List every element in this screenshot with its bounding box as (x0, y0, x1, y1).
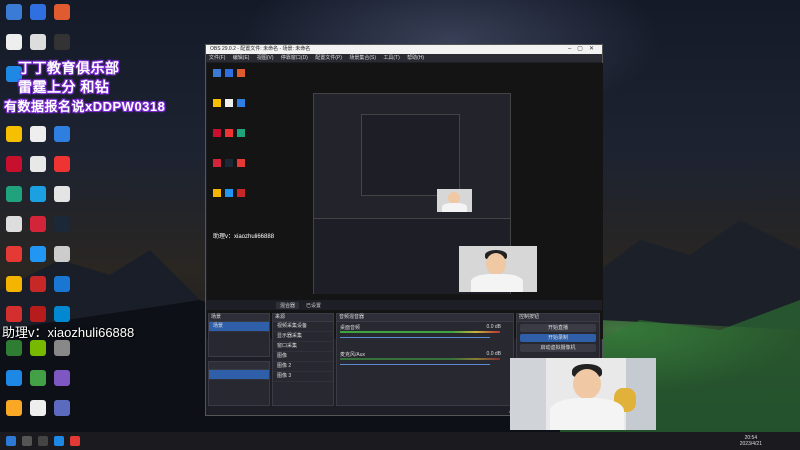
preview-assistant-text: 助理v：xiaozhuli66888 (213, 234, 275, 240)
desktop-app-icon[interactable] (30, 156, 46, 172)
desktop-app-icon[interactable] (30, 400, 46, 416)
task-view-icon[interactable] (38, 436, 48, 446)
desktop-app-icon[interactable] (6, 276, 22, 292)
start-recording-button[interactable]: 开始录制 (520, 334, 596, 342)
nested-webcam (437, 189, 472, 212)
desktop-app-icon[interactable] (30, 4, 46, 20)
source-item[interactable]: 视频采集设备 (273, 322, 333, 332)
desktop-app-icon[interactable] (6, 370, 22, 386)
obs-dock-tabs[interactable]: 混合器 已设置 (206, 300, 602, 310)
desktop-app-icon[interactable] (54, 306, 70, 322)
desktop-app-icon[interactable] (6, 34, 22, 50)
desktop-app-icon[interactable] (54, 126, 70, 142)
menu-view[interactable]: 视图(V) (257, 55, 274, 61)
desktop-app-icon[interactable] (54, 216, 70, 232)
volume-slider[interactable] (340, 337, 490, 338)
menu-scene-collection[interactable]: 场景集合(S) (349, 55, 376, 61)
stream-overlay-line2: 雷霆上分 和钻 (18, 79, 110, 95)
scenes-dock-title: 场景 (209, 314, 269, 322)
desktop-app-icon[interactable] (30, 186, 46, 202)
obs-window-title: OBS 29.0.2 - 配置文件: 未命名 - 场景: 未命名 (210, 46, 311, 52)
desktop-app-icon[interactable] (6, 340, 22, 356)
sources-dock-title: 来源 (273, 314, 333, 322)
desktop-app-icon[interactable] (30, 370, 46, 386)
desktop-app-icon[interactable] (30, 340, 46, 356)
audio-meter (340, 331, 500, 333)
tab-settings[interactable]: 已设置 (302, 302, 325, 309)
stream-overlay-line3: 有数据报名说xDDPW0318 (4, 99, 166, 114)
desktop-app-icon[interactable] (6, 156, 22, 172)
audio-track-db: 0.0 dB (486, 351, 501, 357)
stream-overlay-line1: 丁丁教育俱乐部 (18, 60, 120, 76)
taskbar-clock[interactable]: 20:54 2023/4/21 (740, 435, 762, 447)
scenes-dock[interactable]: 场景 场景 (208, 313, 270, 357)
clock-date: 2023/4/21 (739, 441, 762, 447)
desktop-app-icon[interactable] (54, 276, 70, 292)
menu-edit[interactable]: 编辑(E) (233, 55, 250, 61)
start-menu-icon[interactable] (6, 436, 16, 446)
source-item[interactable]: 窗口采集 (273, 342, 333, 352)
source-item[interactable]: 图像 (273, 352, 333, 362)
source-item[interactable]: 图像 2 (273, 362, 333, 372)
audio-mixer-dock[interactable]: 音频混音器 桌面音频 0.0 dB 麦克风/Aux 0.0 dB (336, 313, 514, 406)
audio-meter (340, 358, 500, 360)
audio-track-db: 0.0 dB (486, 324, 501, 330)
edge-browser-icon[interactable] (54, 436, 64, 446)
audio-track-name: 桌面音频 (340, 325, 361, 331)
audio-track-name: 麦克风/Aux (340, 352, 366, 358)
desktop-app-icon[interactable] (6, 186, 22, 202)
obs-menubar[interactable]: 文件(F) 编辑(E) 视图(V) 停靠窗口(D) 配置文件(P) 场景集合(S… (206, 54, 602, 62)
desktop-app-icon[interactable] (30, 276, 46, 292)
audio-mixer-title: 音频混音器 (337, 314, 513, 322)
app-icon[interactable] (70, 436, 80, 446)
menu-docks[interactable]: 停靠窗口(D) (281, 55, 308, 61)
desktop-app-icon[interactable] (54, 370, 70, 386)
obs-preview[interactable]: 助理v：xiaozhuli66888 (207, 63, 603, 339)
start-virtual-camera-button[interactable]: 启动虚拟摄像机 (520, 344, 596, 352)
tab-mixer[interactable]: 混合器 (276, 302, 300, 309)
source-item[interactable]: 显示器采集 (273, 332, 333, 342)
window-controls[interactable]: –▢✕ (568, 45, 600, 54)
desktop-app-icon[interactable] (6, 4, 22, 20)
desktop-app-icon[interactable] (30, 306, 46, 322)
desktop-app-icon[interactable] (54, 186, 70, 202)
desktop-app-icon[interactable] (6, 246, 22, 262)
desktop-app-icon[interactable] (30, 34, 46, 50)
desktop-app-icon[interactable] (30, 246, 46, 262)
menu-profile[interactable]: 配置文件(P) (315, 55, 342, 61)
search-icon[interactable] (22, 436, 32, 446)
desktop-app-icon[interactable] (30, 216, 46, 232)
desktop-app-icon[interactable] (6, 306, 22, 322)
obs-titlebar[interactable]: OBS 29.0.2 - 配置文件: 未命名 - 场景: 未命名 –▢✕ (206, 45, 602, 54)
desktop-app-icon[interactable] (54, 400, 70, 416)
desktop-app-icon[interactable] (6, 400, 22, 416)
desktop-app-icon[interactable] (30, 126, 46, 142)
desktop-app-icon[interactable] (54, 4, 70, 20)
controls-dock-title: 控制按钮 (517, 314, 599, 322)
menu-tools[interactable]: 工具(T) (383, 55, 399, 61)
menu-file[interactable]: 文件(F) (209, 55, 225, 61)
start-streaming-button[interactable]: 开始直播 (520, 324, 596, 332)
menu-help[interactable]: 帮助(H) (407, 55, 424, 61)
preview-webcam (459, 246, 537, 292)
source-item[interactable]: 图像 3 (273, 372, 333, 382)
desktop-app-icon[interactable] (54, 34, 70, 50)
scene-item[interactable]: 场景 (209, 322, 269, 332)
nested-preview-inner (361, 114, 460, 196)
desktop-app-icon[interactable] (54, 340, 70, 356)
desktop-app-icon[interactable] (54, 156, 70, 172)
desktop-app-icon[interactable] (6, 126, 22, 142)
volume-slider[interactable] (340, 364, 490, 365)
assistant-contact-text: 助理v：xiaozhuli66888 (2, 325, 135, 340)
desktop-app-icon[interactable] (54, 246, 70, 262)
sources-dock[interactable]: 来源 视频采集设备 显示器采集 窗口采集 图像 图像 2 图像 3 (272, 313, 334, 406)
webcam-overlay (510, 358, 656, 430)
transitions-dock[interactable] (208, 361, 270, 406)
windows-taskbar[interactable]: 20:54 2023/4/21 (0, 432, 800, 450)
desktop-app-icon[interactable] (6, 216, 22, 232)
